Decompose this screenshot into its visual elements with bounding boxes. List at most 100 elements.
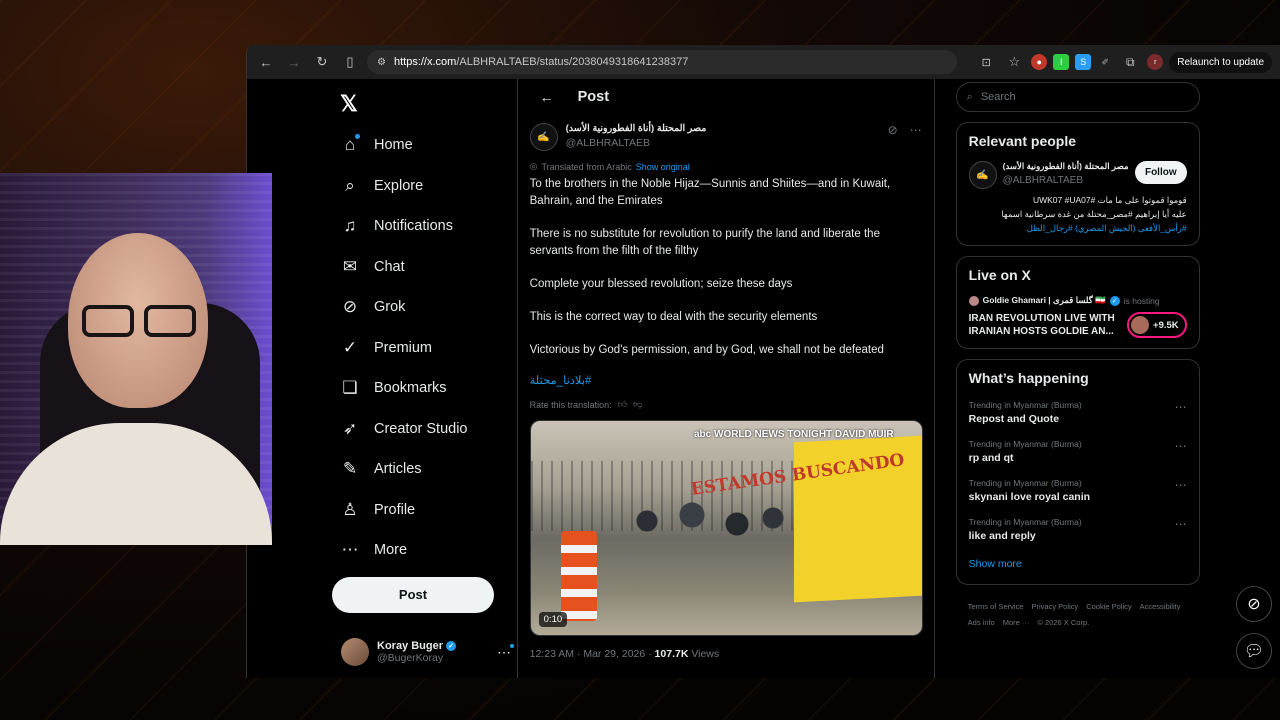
sidebar-item-label: Notifications	[374, 218, 453, 235]
sidebar-item-premium[interactable]: ✓ Premium	[332, 328, 517, 369]
translated-label: Translated from Arabic	[541, 161, 632, 172]
post-meta: 12:23 AM · Mar 29, 2026 · 107.7K Views	[530, 648, 922, 660]
post-timestamp[interactable]: 12:23 AM · Mar 29, 2026 ·	[530, 648, 655, 660]
post-button[interactable]: Post	[332, 576, 494, 613]
show-original-link[interactable]: Show original	[636, 162, 690, 172]
footer-link[interactable]: Terms of Service	[968, 599, 1024, 615]
relaunch-button[interactable]: Relaunch to update	[1169, 51, 1272, 73]
footer-link[interactable]: Cookie Policy	[1086, 599, 1131, 615]
trend-item[interactable]: Trending in Myanmar (Burma) skynani love …	[969, 478, 1187, 503]
listeners-count: +9.5K	[1153, 319, 1179, 331]
rate-label: Rate this translation:	[529, 399, 612, 410]
avatar[interactable]: ✍	[968, 161, 997, 189]
show-more-link[interactable]: Show more	[969, 558, 1187, 570]
article-icon: ✎	[342, 459, 358, 479]
install-app-icon[interactable]: ⊡	[975, 51, 997, 73]
back-arrow-icon[interactable]: ←	[255, 51, 277, 73]
webcam-overlay	[0, 173, 272, 545]
trend-context: Trending in Myanmar (Burma)	[968, 478, 1082, 488]
live-broadcast[interactable]: IRAN REVOLUTION LIVE WITH IRANIAN HOSTS …	[969, 312, 1187, 338]
author-name[interactable]: مصر المحتلة (أناة الفطورونية الأسد)	[566, 123, 707, 134]
grok-fab-icon[interactable]: ⊘	[1236, 586, 1272, 622]
grok-icon[interactable]: ⊘	[888, 123, 898, 137]
search-input[interactable]: ⌕ Search	[955, 82, 1200, 112]
sidebar-item-home[interactable]: ⌂ Home	[332, 125, 517, 166]
thumbs-down-icon[interactable]: 👎︎	[633, 399, 642, 410]
more-dots-icon[interactable]: ⋯	[1175, 400, 1187, 425]
post-text: To the brothers in the Noble Hijaz—Sunni…	[530, 176, 922, 359]
relevant-person[interactable]: ✍ مصر المحتلة (أناة الفطورونية الأسد) @A…	[968, 161, 1187, 189]
sidebar-item-more[interactable]: ⋯ More	[332, 530, 517, 571]
messages-fab-icon[interactable]: 💬︎	[1236, 633, 1272, 669]
sidebar-item-chat[interactable]: ✉ Chat	[332, 247, 517, 288]
video-player[interactable]: ESTAMOS BUSCANDO abc WORLD NEWS TONIGHT …	[529, 420, 923, 636]
forward-arrow-icon[interactable]: →	[283, 51, 305, 73]
sidebar-item-notifications[interactable]: ♫ Notifications	[332, 206, 517, 247]
sidebar-item-label: Home	[374, 137, 413, 154]
follow-button[interactable]: Follow	[1134, 161, 1187, 184]
more-dots-icon[interactable]: ⋯	[910, 123, 922, 137]
verified-badge-icon: ✓	[446, 641, 457, 651]
whats-happening-title: What’s happening	[968, 370, 1089, 386]
more-dots-icon[interactable]: ⋯	[497, 643, 514, 661]
sidebar-item-grok[interactable]: ⊘ Grok	[332, 287, 517, 328]
footer-link[interactable]: Accessibility	[1140, 599, 1181, 615]
sidebar-item-profile[interactable]: ♙ Profile	[332, 490, 517, 531]
split-view-icon[interactable]: ▯	[339, 51, 361, 73]
avatar	[341, 638, 369, 666]
mail-icon: ✉	[342, 256, 358, 276]
extension-fox-icon[interactable]: ●	[1031, 54, 1048, 70]
thumbs-up-icon[interactable]: 👍︎	[618, 399, 627, 410]
sidebar-item-explore[interactable]: ⌕ Explore	[332, 166, 517, 207]
post-hashtag[interactable]: #بلادنا_محتلة	[530, 373, 922, 387]
verified-badge-icon: ✓	[1109, 295, 1120, 306]
relevant-person-name[interactable]: مصر المحتلة (أناة الفطورونية الأسد)	[1003, 161, 1129, 172]
site-settings-icon[interactable]: ⚙	[377, 57, 386, 68]
footer-link[interactable]: © 2026 X Corp.	[1037, 615, 1089, 631]
webcam-glasses	[78, 305, 200, 341]
sidebar-item-label: Chat	[374, 258, 405, 275]
person-icon: ♙	[342, 499, 358, 519]
translate-icon: ◎	[529, 161, 538, 171]
relevant-person-handle[interactable]: @ALBHRALTAEB	[1003, 175, 1129, 186]
more-dots-icon[interactable]: ⋯	[1175, 478, 1187, 503]
translation-note: ◎ Translated from Arabic Show original	[530, 161, 922, 172]
rate-translation: Rate this translation: 👍︎ 👎︎	[530, 399, 922, 410]
video-crowd	[610, 491, 791, 551]
listeners-badge[interactable]: +9.5K	[1127, 312, 1187, 338]
author-handle[interactable]: @ALBHRALTAEB	[566, 137, 707, 149]
account-switcher[interactable]: Koray Buger ✓ @BugerKoray ⋯	[341, 638, 514, 666]
sidebar-item-bookmarks[interactable]: ❏ Bookmarks	[332, 368, 517, 409]
trend-item[interactable]: Trending in Myanmar (Burma) rp and qt ⋯	[969, 439, 1187, 464]
trend-list: Trending in Myanmar (Burma) Repost and Qu…	[969, 400, 1187, 542]
live-host[interactable]: Goldie Ghamari | گلسا قمری 🇮🇷 ✓ is hosti…	[968, 295, 1187, 306]
profile-avatar-icon[interactable]: r	[1147, 54, 1164, 70]
bio-line: قوموا قموتوا على ما مات #UWK07 #UA07	[1032, 195, 1187, 205]
author-avatar[interactable]: ✍	[529, 123, 558, 151]
more-dots-icon[interactable]: ⋯	[1175, 439, 1187, 464]
trend-item[interactable]: Trending in Myanmar (Burma) Repost and Qu…	[969, 400, 1187, 425]
footer-link[interactable]: Ads info	[968, 615, 995, 631]
bio-line[interactable]: #رأس_الأفعى (الجيش المصري) #رجال_الظل	[969, 221, 1187, 235]
sidebar-item-label: Explore	[374, 177, 424, 194]
star-icon[interactable]: ☆	[1003, 51, 1025, 73]
sidebar-item-articles[interactable]: ✎ Articles	[332, 449, 517, 490]
trend-context: Trending in Myanmar (Burma)	[968, 517, 1082, 527]
extension-blue-icon[interactable]: S	[1075, 54, 1092, 70]
address-bar[interactable]: ⚙ https://x.com/ALBHRALTAEB/status/20380…	[367, 50, 957, 74]
x-logo-icon[interactable]: 𝕏	[340, 89, 370, 119]
more-dots-icon[interactable]: ⋯	[1175, 517, 1187, 542]
footer-link[interactable]: Privacy Policy	[1032, 599, 1079, 615]
broadcast-title: IRAN REVOLUTION LIVE WITH IRANIAN HOSTS …	[968, 313, 1115, 337]
search-icon: ⌕	[966, 90, 973, 103]
extension-green-icon[interactable]: I	[1053, 54, 1070, 70]
reload-icon[interactable]: ↻	[311, 51, 333, 73]
search-placeholder: Search	[980, 91, 1016, 103]
back-arrow-icon[interactable]: ←	[540, 89, 554, 105]
footer-link[interactable]: More ···	[1003, 615, 1030, 631]
sidebar-item-creator-studio[interactable]: ➶ Creator Studio	[332, 409, 517, 450]
extension-pin-icon[interactable]: ✐	[1097, 54, 1113, 70]
views-label: Views	[688, 648, 720, 660]
trend-item[interactable]: Trending in Myanmar (Burma) like and repl…	[969, 517, 1187, 542]
extensions-puzzle-icon[interactable]: ⧉	[1119, 51, 1141, 73]
